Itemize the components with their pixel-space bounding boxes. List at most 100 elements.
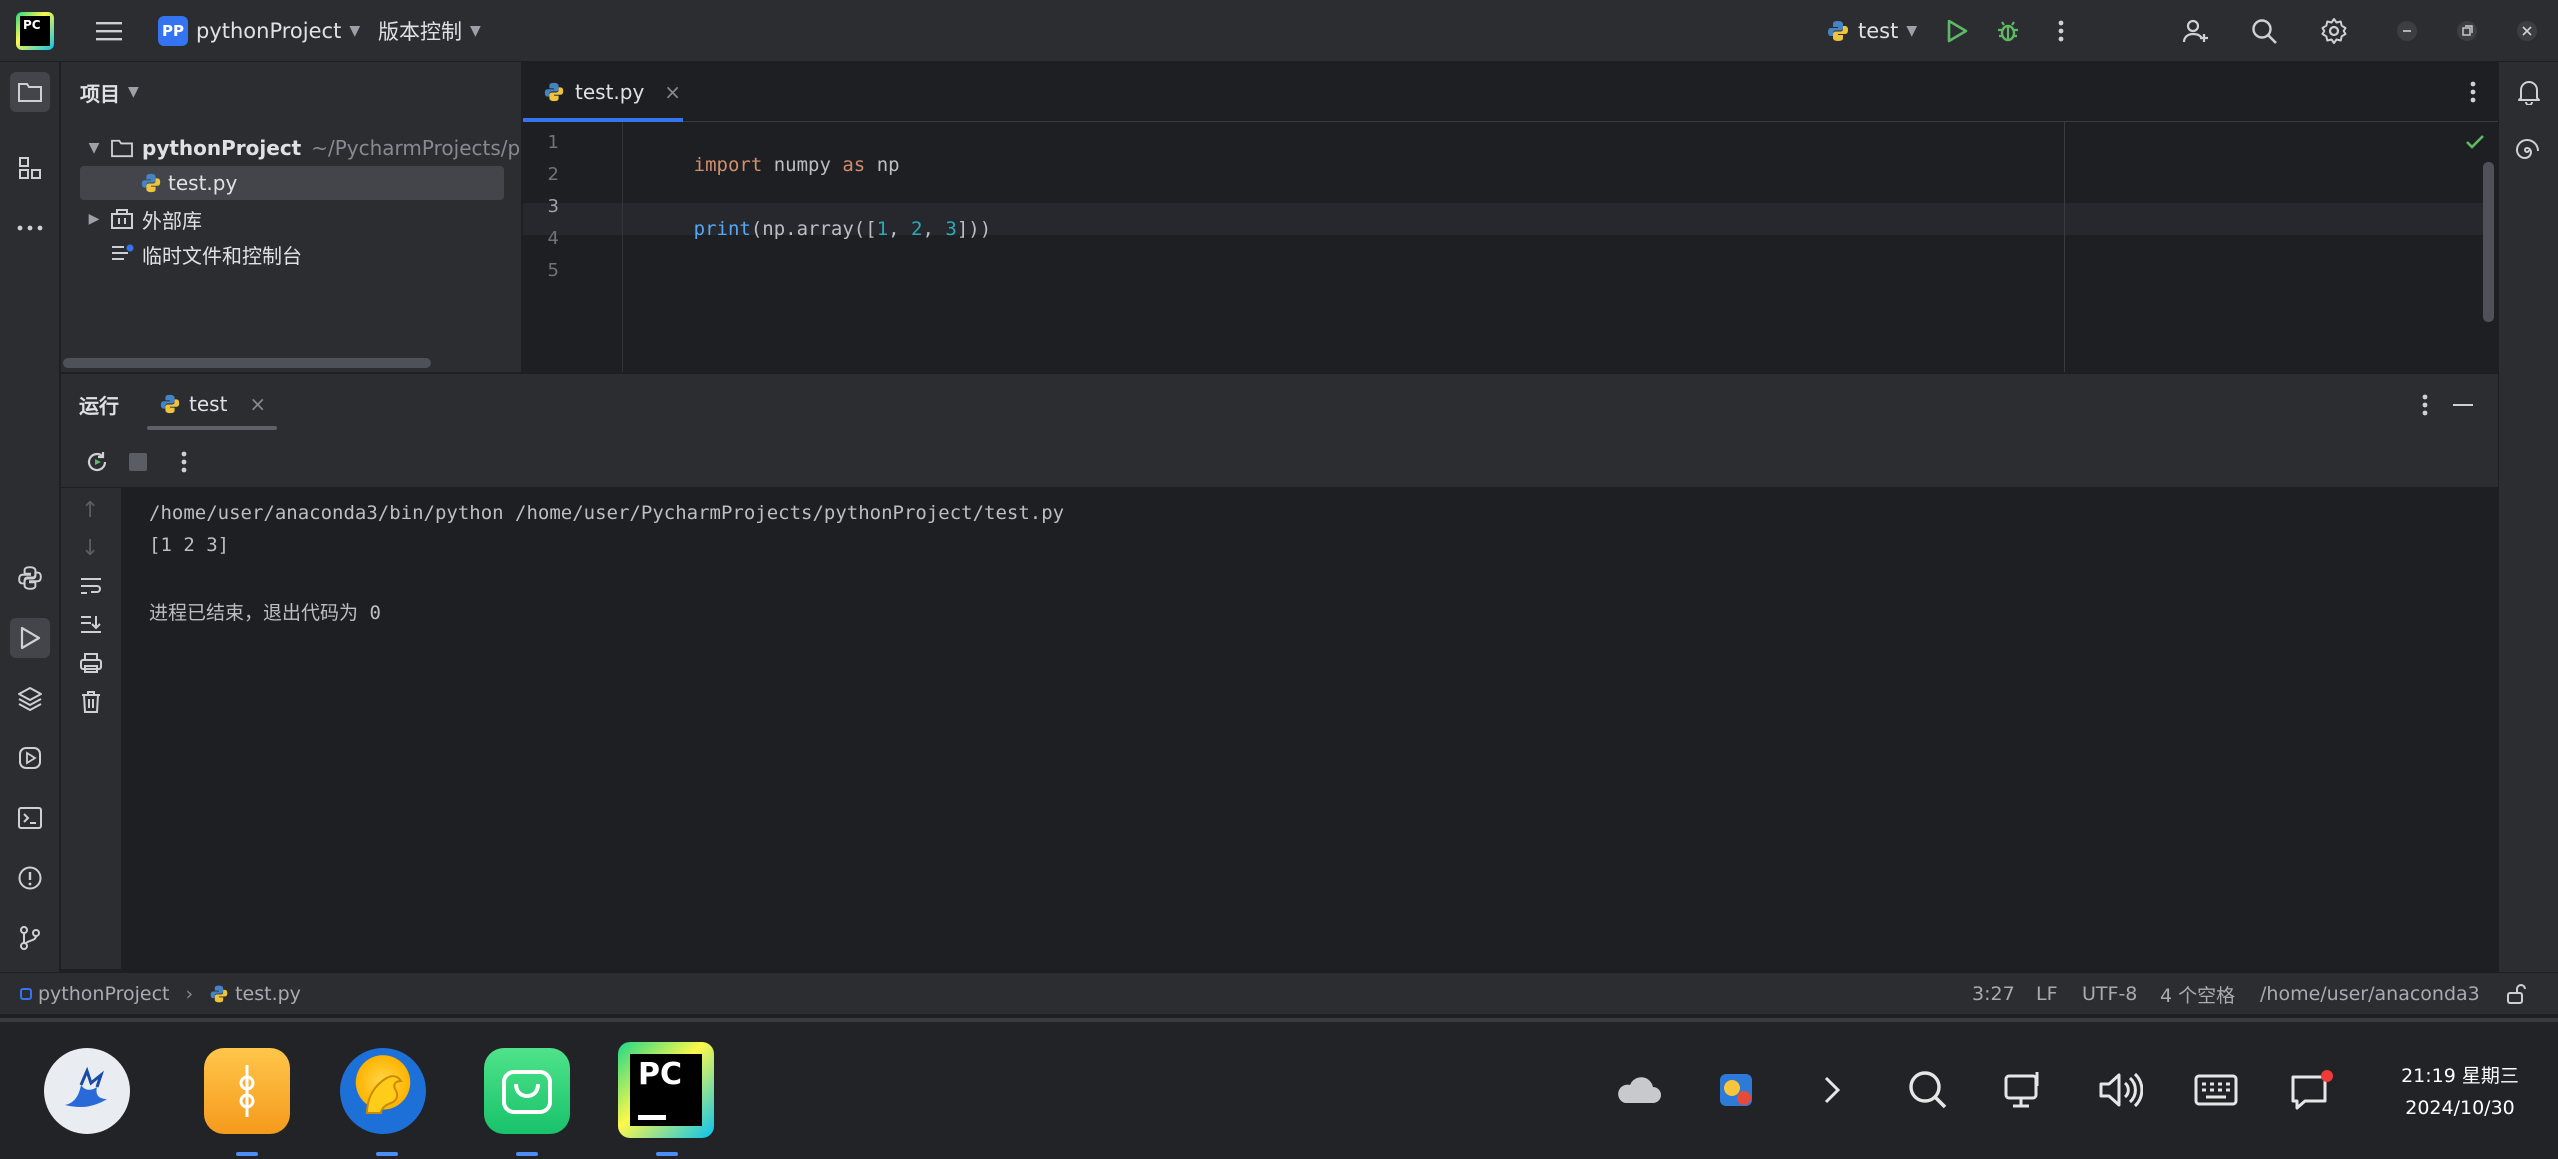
system-clock[interactable]: 21:19 星期三 2024/10/30 bbox=[2380, 1060, 2540, 1124]
python-file-icon bbox=[544, 82, 564, 102]
project-panel: 项目 ▼ ▼ pythonProject ~/PycharmProjects/p… bbox=[61, 62, 521, 372]
restore-button[interactable] bbox=[2456, 0, 2478, 62]
cloud-tray-icon[interactable] bbox=[1614, 1066, 1662, 1114]
run-tool-button[interactable] bbox=[10, 618, 50, 658]
print-button[interactable] bbox=[79, 652, 103, 674]
console-output[interactable]: /home/user/anaconda3/bin/python /home/us… bbox=[121, 488, 2498, 970]
code-token-keyword: as bbox=[842, 154, 866, 176]
editor-tab-options-button[interactable] bbox=[2470, 81, 2476, 103]
search-tray-button[interactable] bbox=[1904, 1066, 1952, 1114]
spiral-icon bbox=[2516, 138, 2539, 160]
vcs-menu-label: 版本控制 bbox=[378, 20, 462, 44]
chevron-down-icon: ▼ bbox=[470, 23, 481, 39]
update-tray-icon[interactable] bbox=[1712, 1066, 1760, 1114]
ai-assistant-button[interactable] bbox=[2509, 130, 2549, 170]
code-line-3: print(np.array([1, 2, 3])) bbox=[625, 196, 992, 262]
notification-tray-icon[interactable] bbox=[2288, 1066, 2336, 1114]
indent-setting[interactable]: 4 个空格 bbox=[2160, 973, 2235, 1015]
more-actions-button[interactable] bbox=[2058, 0, 2064, 62]
run-toolbar-more-button[interactable] bbox=[181, 451, 187, 473]
breadcrumb-project[interactable]: pythonProject bbox=[38, 983, 169, 1005]
project-panel-header[interactable]: 项目 ▼ bbox=[80, 62, 139, 122]
rerun-icon bbox=[87, 452, 107, 472]
tree-item-project-root[interactable]: ▼ pythonProject ~/PycharmProjects/python… bbox=[80, 131, 521, 165]
terminal-tool-button[interactable] bbox=[10, 798, 50, 838]
read-only-toggle[interactable] bbox=[2506, 973, 2526, 1015]
run-config-selector[interactable]: test ▼ bbox=[1826, 0, 1917, 62]
code-token-number: 3 bbox=[945, 218, 957, 240]
settings-button[interactable] bbox=[2320, 0, 2348, 62]
clear-console-button[interactable] bbox=[79, 690, 103, 714]
breadcrumb-file[interactable]: test.py bbox=[235, 983, 301, 1005]
vertical-scrollbar[interactable] bbox=[2483, 162, 2494, 322]
notifications-button[interactable] bbox=[2509, 72, 2549, 112]
close-tab-icon[interactable]: × bbox=[664, 80, 681, 104]
layers-tool-button[interactable] bbox=[10, 678, 50, 718]
restore-icon bbox=[2457, 21, 2477, 41]
file-encoding[interactable]: UTF-8 bbox=[2082, 973, 2137, 1015]
main-menu-button[interactable] bbox=[96, 0, 122, 62]
soft-wrap-button[interactable] bbox=[79, 576, 103, 596]
expand-tray-button[interactable] bbox=[1808, 1066, 1856, 1114]
stop-button[interactable] bbox=[129, 453, 147, 471]
code-with-me-button[interactable] bbox=[2182, 0, 2210, 62]
code-token-number: 1 bbox=[876, 218, 889, 240]
tree-item-test-py[interactable]: test.py bbox=[80, 166, 504, 200]
rerun-button[interactable] bbox=[85, 450, 109, 474]
code-token-text: , bbox=[922, 218, 946, 240]
project-switcher[interactable]: PP pythonProject ▼ bbox=[158, 0, 360, 62]
caret-position[interactable]: 3:27 bbox=[1972, 973, 2015, 1015]
scroll-up-button[interactable]: ↑ bbox=[81, 498, 99, 523]
scroll-to-end-button[interactable] bbox=[79, 614, 103, 634]
tree-item-scratches[interactable]: 临时文件和控制台 bbox=[108, 237, 302, 271]
code-line-1: import numpy as np bbox=[625, 132, 900, 198]
vcs-menu[interactable]: 版本控制 ▼ bbox=[378, 0, 481, 62]
app-pycharm[interactable]: PC bbox=[618, 1042, 714, 1138]
code-token-keyword: import bbox=[693, 154, 763, 176]
interpreter[interactable]: /home/user/anaconda3 bbox=[2260, 973, 2480, 1015]
tab-test-py[interactable]: test.py × bbox=[523, 62, 701, 122]
run-button[interactable] bbox=[1946, 0, 1968, 62]
run-tab-test[interactable]: test × bbox=[145, 374, 280, 434]
dragon-logo-icon bbox=[65, 1066, 107, 1107]
gear-icon bbox=[2321, 18, 2347, 44]
printer-icon bbox=[80, 653, 102, 673]
search-button[interactable] bbox=[2250, 0, 2278, 62]
more-tools-button[interactable] bbox=[10, 208, 50, 248]
line-ending[interactable]: LF bbox=[2036, 973, 2058, 1015]
run-panel-options-button[interactable] bbox=[2422, 394, 2428, 416]
network-tray-icon[interactable] bbox=[2000, 1066, 2048, 1114]
app-file-transfer[interactable] bbox=[204, 1048, 290, 1134]
services-tool-button[interactable] bbox=[10, 738, 50, 778]
pycharm-app-tile: PC bbox=[630, 1054, 702, 1126]
horse-icon bbox=[365, 1075, 403, 1114]
start-menu-button[interactable] bbox=[44, 1048, 130, 1134]
debug-button[interactable] bbox=[1996, 0, 2020, 62]
volume-tray-icon[interactable] bbox=[2096, 1066, 2144, 1114]
python-packages-button[interactable] bbox=[10, 558, 50, 598]
hide-panel-button[interactable] bbox=[2453, 404, 2473, 406]
python-icon bbox=[160, 394, 180, 414]
code-area[interactable]: import numpy as np print(np.array([1, 2,… bbox=[523, 122, 2483, 372]
problems-tool-button[interactable] bbox=[10, 858, 50, 898]
app-store[interactable] bbox=[484, 1048, 570, 1134]
project-badge: PP bbox=[158, 16, 188, 46]
app-browser[interactable] bbox=[340, 1048, 426, 1134]
git-tool-button[interactable] bbox=[10, 918, 50, 958]
close-tab-icon[interactable]: × bbox=[249, 392, 266, 416]
more-vertical-icon bbox=[2058, 20, 2064, 42]
structure-tool-button[interactable] bbox=[10, 148, 50, 188]
chevron-right-icon[interactable]: ▶ bbox=[80, 211, 108, 227]
python-icon bbox=[18, 566, 42, 590]
project-tool-button[interactable] bbox=[10, 72, 50, 112]
run-icon bbox=[20, 626, 41, 650]
tree-item-external-libraries[interactable]: ▶ 外部库 bbox=[80, 202, 202, 236]
pycharm-logo[interactable]: PC bbox=[16, 12, 54, 50]
keyboard-tray-icon[interactable] bbox=[2192, 1066, 2240, 1114]
scroll-down-button[interactable]: ↓ bbox=[81, 536, 99, 561]
minimize-button[interactable] bbox=[2396, 0, 2418, 62]
horizontal-scrollbar[interactable] bbox=[63, 358, 431, 368]
chevron-down-icon[interactable]: ▼ bbox=[80, 140, 108, 156]
close-window-button[interactable] bbox=[2516, 0, 2538, 62]
trash-icon bbox=[82, 691, 100, 713]
